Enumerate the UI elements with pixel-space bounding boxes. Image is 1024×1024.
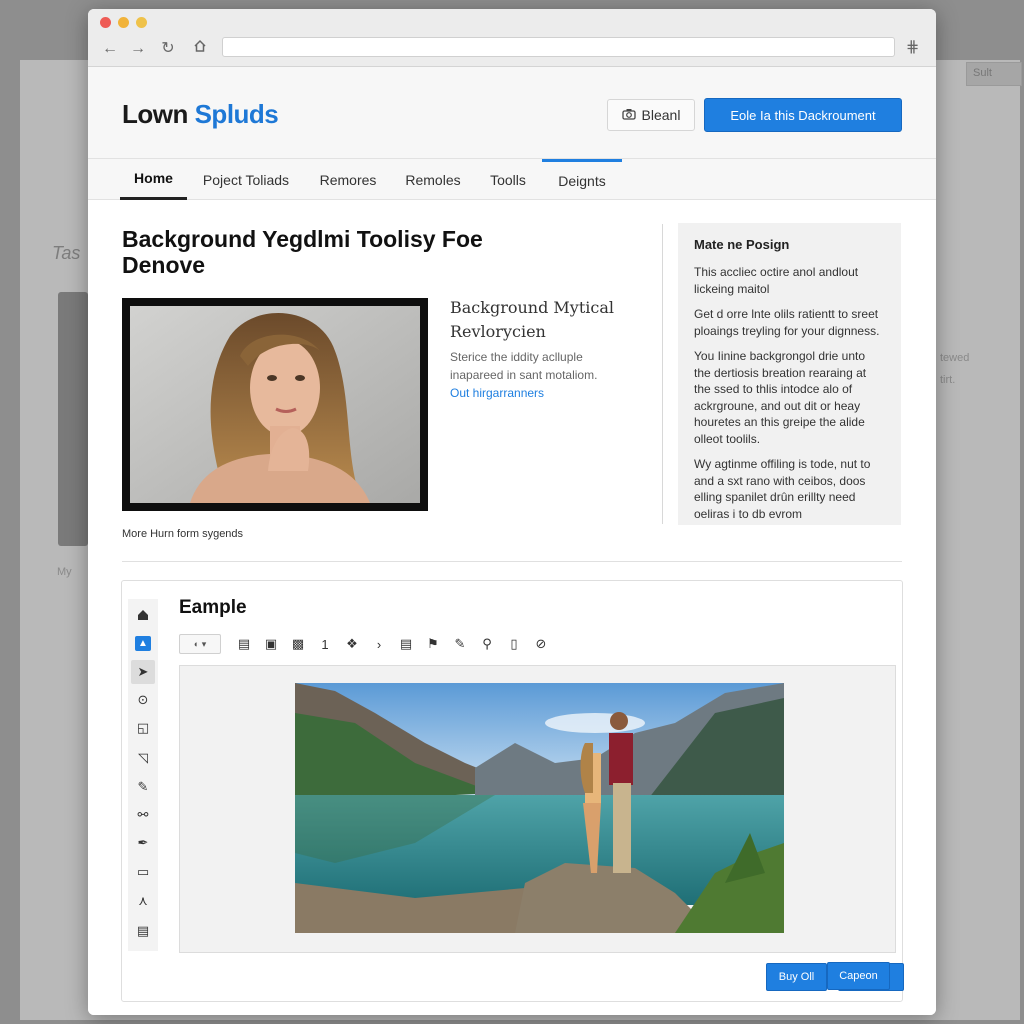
tab-toolls[interactable]: Toolls [480,159,536,200]
minimize-window-dot[interactable] [118,17,129,28]
buy-button[interactable]: Buy Oll [766,963,827,991]
feature-description: Sterice the iddity aclluple inapareed in… [450,350,598,382]
info-panel-title: Mate ne Posign [694,237,790,252]
page-title: Background Yegdlmi Toolisy Foe Denove [122,226,483,278]
editor-top-toolbar: ◐ ▾ ▤ ▣ ▩ 1 ❖ › ▤ ⚑ ✎ ⚲ ▯ ⊘ [179,633,557,655]
tab-project-toliads[interactable]: Poject Toliads [192,159,300,200]
clock-tool-icon[interactable]: ⊙ [131,688,155,712]
crop-tool-icon[interactable]: ◱ [131,716,155,740]
logo[interactable]: Lown Spluds [122,99,279,130]
info-paragraph: Get d orre lnte olils ratientt to sreet … [694,307,880,338]
editor-side-toolbar: ▲ ➤ ⊙ ◱ ◹ ✎ ⚯ ✒ ▭ ⋏ ▤ [128,599,158,951]
filter-tool-icon[interactable]: ⋏ [131,889,155,913]
vertical-divider [662,224,663,524]
reload-icon[interactable]: ↻ [158,39,178,59]
info-paragraph: You Iinine backgrongol drie unto the der… [694,349,867,446]
background-heading: Tas [52,243,81,263]
pen-tool-icon[interactable]: ✎ [131,775,155,799]
address-bar[interactable] [222,37,895,57]
background-faded-text: tirt. [940,374,956,386]
comment-tool-icon[interactable]: ▭ [131,860,155,884]
lock-icon[interactable]: ▤ [233,633,255,655]
capeon-button[interactable]: Capeon [827,962,890,990]
editor-title: Eample [179,597,247,618]
menu-icon[interactable]: ⋕ [906,37,919,57]
feature-title: Background Mytical Revlorycien [450,298,614,341]
pin-icon[interactable]: ⚲ [476,633,498,655]
battery-icon[interactable]: ▯ [503,633,525,655]
home-tool-icon[interactable] [131,603,155,627]
primary-button[interactable]: Eole Ia this Dackroument [704,98,902,132]
mode-select[interactable]: ◐ ▾ [179,634,221,654]
timer-icon[interactable]: ⊘ [530,633,552,655]
chevron-right-icon[interactable]: › [368,633,390,655]
logo-text-blue: Spluds [194,99,279,129]
info-panel: Mate ne Posign This accliec octire anol … [678,223,901,525]
forward-arrow-icon[interactable]: → [128,39,148,59]
save-icon[interactable]: ▩ [287,633,309,655]
background-caption: My [57,566,72,578]
image-tool-icon[interactable]: ▲ [131,631,155,655]
layers-tool-icon[interactable]: ▤ [131,919,155,943]
select-tool-icon[interactable]: ➤ [131,660,155,684]
brush-tool-icon[interactable]: ✒ [131,831,155,855]
secondary-button-label: Bleanl [641,107,681,123]
tab-remoles[interactable]: Remoles [396,159,470,200]
background-card [58,292,88,546]
shape-tool-icon[interactable]: ◹ [131,746,155,770]
tab-remores[interactable]: Remores [310,159,386,200]
align-icon[interactable]: ▤ [395,633,417,655]
back-arrow-icon[interactable]: ← [100,39,120,59]
secondary-button[interactable]: Bleanl [607,99,695,131]
app-header: Lown Spluds Bleanl Eole Ia this Dackroum… [88,67,936,159]
background-field: Sult [966,62,1022,86]
tab-home[interactable]: Home [120,159,187,200]
browser-window: ← → ↻ ⋕ Lown Spluds Bleanl Eole Ia this … [88,9,936,1015]
magic-icon[interactable]: ❖ [341,633,363,655]
close-window-dot[interactable] [100,17,111,28]
image-caption: More Hurn form sygends [122,528,244,540]
portrait-image[interactable] [122,298,428,511]
main-content: Background Yegdlmi Toolisy Foe Denove Mo… [88,200,936,1015]
browser-chrome: ← → ↻ ⋕ [88,9,936,67]
editor-canvas[interactable] [179,665,896,953]
maximize-window-dot[interactable] [136,17,147,28]
feature-link[interactable]: Out hirgarranners [450,386,544,400]
pencil-icon[interactable]: ✎ [449,633,471,655]
flag-icon[interactable]: ⚑ [422,633,444,655]
background-faded-text: tewed [940,352,970,364]
image-editor: ▲ ➤ ⊙ ◱ ◹ ✎ ⚯ ✒ ▭ ⋏ ▤ Eample ◐ ▾ ▤ ▣ ▩ 1… [121,580,904,1002]
tab-deignts[interactable]: Deignts [542,159,622,200]
eraser-tool-icon[interactable]: ⚯ [131,803,155,827]
camera-icon [621,107,636,123]
home-icon[interactable] [190,39,210,59]
info-paragraph: Wy agtinme offiling is tode, nut to and … [694,457,871,521]
landscape-image[interactable] [295,683,784,933]
nav-tabs: Home Poject Toliads Remores Remoles Tool… [88,159,936,200]
number-indicator[interactable]: 1 [314,633,336,655]
logo-text-dark: Lown [122,99,195,129]
section-divider [122,561,902,562]
frame-icon[interactable]: ▣ [260,633,282,655]
info-paragraph: This accliec octire anol andlout lickein… [694,265,859,296]
